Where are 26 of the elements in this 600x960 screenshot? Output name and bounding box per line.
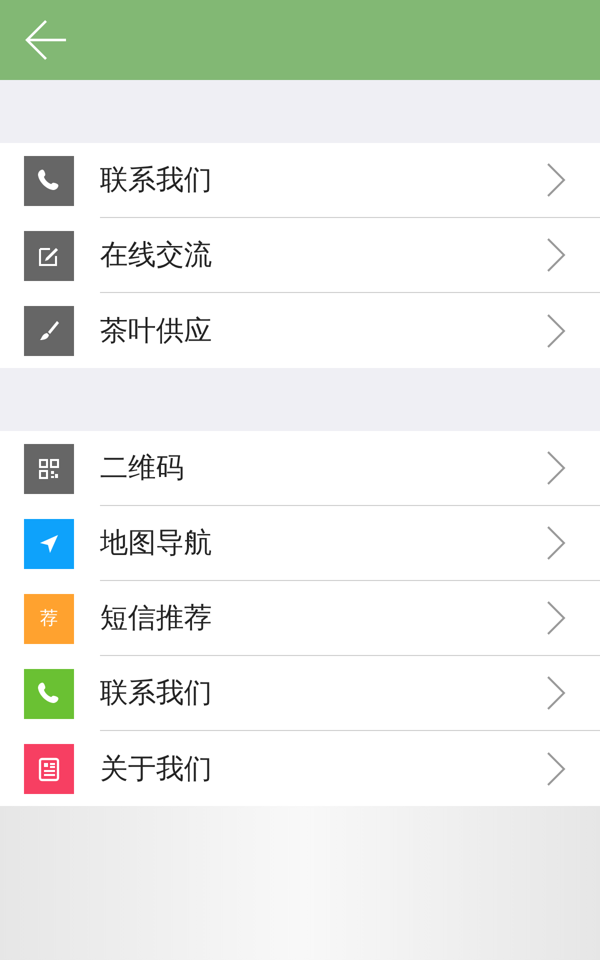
chevron-right-icon — [546, 237, 566, 273]
menu-item[interactable]: 在线交流 — [0, 218, 600, 293]
menu-label: 茶叶供应 — [100, 312, 212, 348]
chevron-right-icon — [546, 600, 566, 636]
menu-label: 联系我们 — [100, 675, 212, 711]
menu-item[interactable]: 地图导航 — [0, 506, 600, 581]
menu-item[interactable]: 茶叶供应 — [0, 293, 600, 368]
chevron-right-icon — [546, 750, 566, 786]
recommend-icon: 荐 — [24, 594, 74, 644]
menu-item[interactable]: 联系我们 — [0, 143, 600, 218]
menu-item[interactable]: 二维码 — [0, 431, 600, 506]
back-icon[interactable] — [24, 18, 68, 62]
menu-label: 地图导航 — [100, 525, 212, 561]
chevron-right-icon — [546, 675, 566, 711]
menu-label: 在线交流 — [100, 237, 212, 273]
chevron-right-icon — [546, 525, 566, 561]
menu-item[interactable]: 联系我们 — [0, 656, 600, 731]
menu-item[interactable]: 荐 短信推荐 — [0, 581, 600, 656]
menu-label: 关于我们 — [100, 750, 212, 786]
menu-label: 短信推荐 — [100, 600, 212, 636]
chevron-right-icon — [546, 162, 566, 198]
menu-item[interactable]: 关于我们 — [0, 731, 600, 806]
chevron-right-icon — [546, 312, 566, 348]
chevron-right-icon — [546, 450, 566, 486]
menu-label: 二维码 — [100, 450, 184, 486]
menu-label: 联系我们 — [100, 162, 212, 198]
